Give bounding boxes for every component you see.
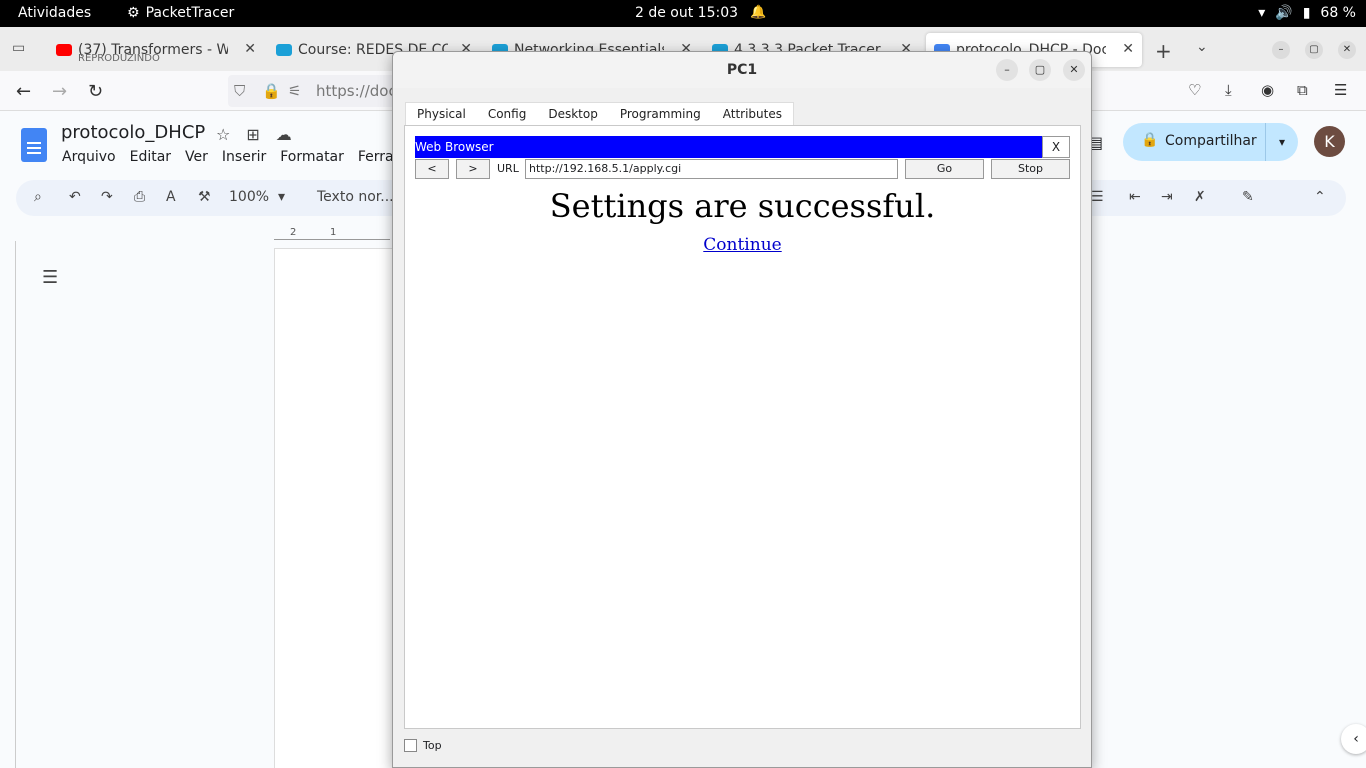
tab-subtitle: REPRODUZINDO — [78, 53, 160, 64]
docs-logo-icon[interactable] — [21, 128, 47, 162]
account-icon[interactable]: ◉ — [1261, 81, 1274, 99]
minimize-icon[interactable]: – — [996, 59, 1018, 81]
menu-arquivo[interactable]: Arquivo — [62, 149, 116, 165]
ruler-mark: 1 — [330, 227, 337, 238]
cisco-icon — [276, 44, 292, 56]
close-icon[interactable]: ✕ — [1063, 59, 1085, 81]
clock[interactable]: 2 de out 15:03 — [635, 5, 738, 21]
print-icon[interactable]: ⎙ — [134, 189, 145, 205]
forward-icon[interactable]: → — [52, 81, 67, 102]
side-panel-toggle-icon[interactable]: ‹ — [1341, 724, 1366, 754]
list-icon[interactable]: ☰ — [1091, 189, 1104, 205]
paint-format-icon[interactable]: ⚒ — [198, 189, 211, 205]
lock-icon: 🔒 — [262, 82, 281, 100]
volume-icon: 🔊 — [1275, 5, 1293, 21]
document-outline-icon[interactable]: ☰ — [42, 267, 58, 288]
vertical-ruler — [0, 241, 16, 768]
web-page-content: Settings are successful. Continue — [415, 181, 1070, 721]
cloud-status-icon[interactable]: ☁ — [276, 125, 292, 144]
menu-inserir[interactable]: Inserir — [222, 149, 266, 165]
checkbox[interactable] — [404, 739, 417, 752]
notification-bell-icon: 🔔 — [750, 5, 767, 20]
document-title[interactable]: protocolo_DHCP — [61, 122, 205, 143]
tab-youtube[interactable]: (37) Transformers - What REPRODUZINDO ✕ — [56, 33, 256, 67]
clear-format-icon[interactable]: ✗ — [1194, 189, 1206, 205]
zoom-select[interactable]: 100% — [229, 189, 269, 205]
battery-icon: ▮ — [1302, 5, 1311, 21]
web-browser-close-button[interactable]: X — [1042, 136, 1070, 158]
tab-list-icon[interactable]: ⌄ — [1196, 39, 1208, 55]
title-actions: ☆ ⊞ ☁ — [216, 125, 292, 144]
maximize-icon[interactable]: ▢ — [1029, 59, 1051, 81]
page-heading: Settings are successful. — [549, 187, 936, 225]
close-tab-icon[interactable]: ✕ — [244, 41, 256, 57]
top-checkbox[interactable]: Top — [404, 739, 442, 752]
style-select[interactable]: Texto nor... — [317, 189, 394, 205]
indent-increase-icon[interactable]: ⇥ — [1161, 189, 1173, 205]
url-text: https://doc — [316, 82, 397, 100]
avatar[interactable]: K — [1314, 126, 1345, 157]
share-dropdown-icon[interactable]: ▾ — [1265, 123, 1298, 161]
continue-link[interactable]: Continue — [703, 235, 781, 255]
undo-icon[interactable]: ↶ — [69, 189, 81, 205]
packet-tracer-icon: ⚙ — [127, 5, 140, 21]
reload-icon[interactable]: ↻ — [88, 81, 103, 102]
system-top-bar: Atividades ⚙ PacketTracer 2 de out 15:03… — [0, 0, 1366, 27]
desktop-panel: Web Browser X < > URL http://192.168.5.1… — [404, 125, 1081, 729]
top-checkbox-label: Top — [423, 739, 442, 752]
menu-editar[interactable]: Editar — [130, 149, 171, 165]
pocket-icon[interactable]: ♡ — [1188, 81, 1201, 99]
extensions-icon[interactable]: ⧉ — [1297, 81, 1308, 99]
tab-overview-icon[interactable]: ▭ — [12, 40, 25, 56]
url-bar[interactable]: ⛉ 🔒 ⚟ https://doc — [228, 75, 398, 107]
collapse-toolbar-icon[interactable]: ⌃ — [1314, 189, 1326, 205]
menu-formatar[interactable]: Formatar — [280, 149, 344, 165]
minimize-icon[interactable]: – — [1272, 41, 1290, 59]
menu-icon[interactable]: ☰ — [1334, 81, 1347, 99]
indent-decrease-icon[interactable]: ⇤ — [1129, 189, 1141, 205]
browser-back-button[interactable]: < — [415, 159, 449, 179]
web-browser-header: Web Browser — [415, 136, 1042, 158]
app-menu-label: PacketTracer — [145, 5, 235, 21]
close-window-icon[interactable]: ✕ — [1338, 41, 1356, 59]
go-button[interactable]: Go — [905, 159, 984, 179]
activities-button[interactable]: Atividades — [18, 5, 91, 21]
stop-button[interactable]: Stop — [991, 159, 1070, 179]
app-menu[interactable]: ⚙ PacketTracer — [127, 5, 234, 21]
lock-icon: 🔒 — [1141, 132, 1159, 148]
chevron-down-icon[interactable]: ▾ — [278, 189, 285, 205]
spellcheck-icon[interactable]: A — [166, 189, 176, 205]
download-icon[interactable]: ⤓ — [1225, 81, 1232, 99]
share-button[interactable]: 🔒 Compartilhar ▾ — [1123, 123, 1298, 161]
maximize-icon[interactable]: ▢ — [1305, 41, 1323, 59]
search-icon[interactable]: ⌕ — [34, 189, 42, 205]
permissions-icon: ⚟ — [288, 82, 302, 100]
shield-icon: ⛉ — [234, 82, 246, 100]
edit-mode-icon[interactable]: ✎ — [1242, 189, 1254, 205]
horizontal-ruler: 2 1 — [274, 227, 390, 240]
wifi-icon: ▾ — [1258, 5, 1266, 21]
close-tab-icon[interactable]: ✕ — [1122, 41, 1134, 57]
youtube-icon — [56, 44, 72, 56]
window-title: PC1 — [393, 52, 1091, 88]
docs-menu-bar: Arquivo Editar Ver Inserir Formatar Ferr… — [62, 149, 403, 165]
move-folder-icon[interactable]: ⊞ — [246, 125, 259, 144]
back-icon[interactable]: ← — [16, 81, 31, 102]
system-tray[interactable]: ▾ 🔊 ▮ 68 % — [1258, 5, 1356, 21]
star-icon[interactable]: ☆ — [216, 125, 230, 144]
new-tab-icon[interactable]: + — [1155, 39, 1172, 63]
url-label: URL — [497, 162, 519, 175]
browser-forward-button[interactable]: > — [456, 159, 490, 179]
url-input[interactable]: http://192.168.5.1/apply.cgi — [525, 159, 898, 179]
share-label: Compartilhar — [1165, 133, 1257, 149]
document-page[interactable] — [274, 248, 394, 768]
pc1-window: PC1 – ▢ ✕ Physical Config Desktop Progra… — [392, 51, 1092, 768]
battery-level: 68 % — [1320, 5, 1356, 21]
menu-ver[interactable]: Ver — [185, 149, 208, 165]
ruler-mark: 2 — [290, 227, 297, 238]
redo-icon[interactable]: ↷ — [101, 189, 113, 205]
